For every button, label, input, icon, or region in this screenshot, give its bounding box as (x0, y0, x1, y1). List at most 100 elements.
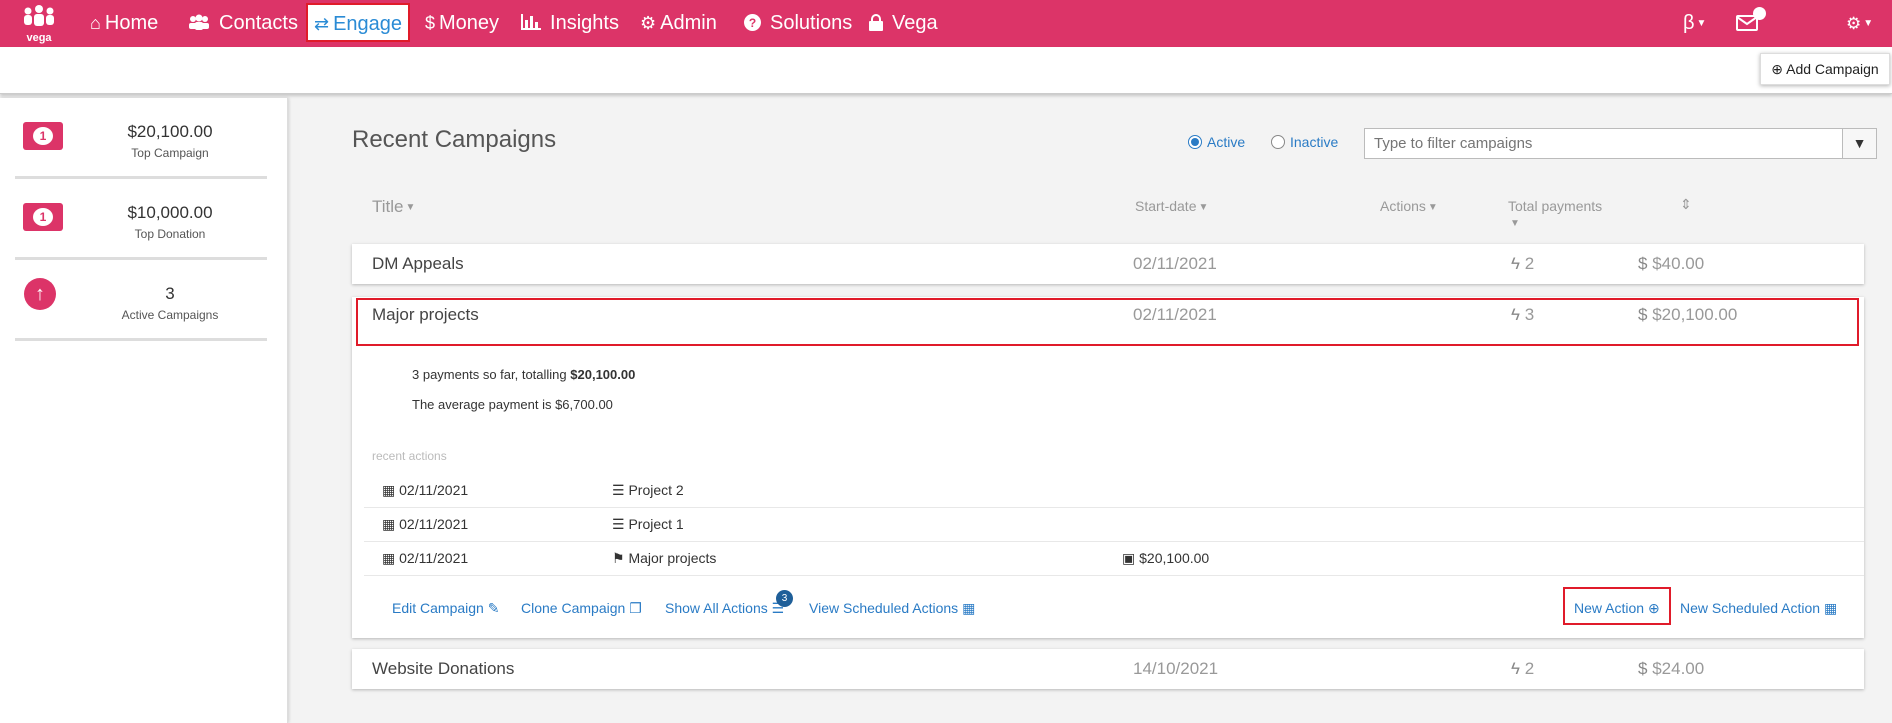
dollar-icon: $ (1638, 254, 1648, 273)
recent-action-row[interactable]: ▦ 02/11/2021 ☰ Project 2 (364, 474, 1864, 507)
logo-text: vega (26, 32, 52, 44)
column-total-payments-label: Total payments (1508, 198, 1603, 214)
stat-label: Top Campaign (131, 146, 209, 160)
stats-sidebar: 1 $20,100.00 Top Campaign 1 $10,000.00 T… (0, 98, 288, 723)
column-start-date[interactable]: Start-date ▼ (1135, 198, 1208, 214)
calendar-plus-icon: ▦ (1823, 600, 1838, 616)
list-icon: ☰ (612, 516, 625, 532)
messages-button[interactable] (1736, 0, 1758, 47)
recent-action-row[interactable]: ▦ 02/11/2021 ⚑ Major projects ▣ $20,100.… (364, 541, 1864, 576)
payments-summary: 3 payments so far, totalling $20,100.00 (412, 367, 635, 382)
stat-label: Top Donation (134, 227, 206, 241)
nav-home[interactable]: ⌂ Home (90, 0, 158, 47)
users-icon (188, 13, 215, 33)
arrow-circle-up-icon: ↑ (24, 278, 56, 310)
total-amount: $40.00 (1652, 254, 1705, 273)
calendar-icon: ▦ (382, 482, 396, 498)
inactive-radio[interactable]: Inactive (1271, 134, 1338, 150)
notification-dot (1753, 7, 1766, 20)
nav-vega[interactable]: Vega (869, 0, 938, 47)
campaign-row[interactable]: Website Donations 14/10/2021 ϟ 2 $ $24.0… (352, 649, 1864, 689)
money-icon: ▣ (1122, 550, 1136, 566)
campaign-actions-count: ϟ 2 (1511, 659, 1534, 679)
add-campaign-button[interactable]: ⊕ Add Campaign (1760, 53, 1890, 85)
clone-campaign-label: Clone Campaign (521, 600, 626, 616)
summary-total: $20,100.00 (570, 367, 636, 382)
nav-contacts[interactable]: Contacts (188, 0, 298, 47)
action-name: Project 2 (628, 482, 684, 498)
nav-solutions[interactable]: ? Solutions (744, 0, 852, 47)
column-start-date-label: Start-date (1135, 198, 1197, 214)
chevron-down-icon: ▼ (1696, 18, 1707, 30)
edit-campaign-label: Edit Campaign (392, 600, 484, 616)
edit-campaign-link[interactable]: Edit Campaign ✎ (392, 600, 499, 617)
bolt-icon: ϟ (1511, 254, 1520, 273)
new-scheduled-action-link[interactable]: New Scheduled Action ▦ (1680, 600, 1837, 617)
campaign-row[interactable]: DM Appeals 02/11/2021 ϟ 2 $ $40.00 (352, 244, 1864, 284)
campaign-filter-input[interactable] (1364, 128, 1843, 159)
campaign-start-date: 14/10/2021 (1133, 659, 1219, 678)
new-action-label: New Action (1574, 600, 1645, 616)
nav-insights-label: Insights (550, 12, 619, 34)
action-date: 02/11/2021 (399, 482, 469, 498)
action-name: Major projects (628, 550, 717, 566)
flag-icon: ⚑ (612, 550, 625, 566)
beta-menu[interactable]: β ▼ (1683, 0, 1706, 47)
view-scheduled-actions-link[interactable]: View Scheduled Actions ▦ (809, 600, 975, 617)
summary-prefix: 3 payments so far, totalling (412, 367, 571, 382)
caret-down-icon: ▼ (1427, 201, 1438, 213)
money-icon: 1 (23, 122, 63, 150)
nav-contacts-label: Contacts (219, 12, 298, 34)
nav-money[interactable]: $ Money (425, 0, 499, 47)
stat-top-donation: 1 $10,000.00 Top Donation (15, 179, 267, 260)
nav-admin[interactable]: ⚙ Admin (640, 0, 717, 47)
new-scheduled-label: New Scheduled Action (1680, 600, 1821, 616)
action-date: 02/11/2021 (399, 516, 469, 532)
column-total-payments[interactable]: Total payments ▼ (1508, 198, 1602, 230)
nav-engage-label: Engage (333, 13, 403, 35)
column-title[interactable]: Title ▼ (372, 197, 415, 217)
selected-campaign-row[interactable] (356, 298, 1859, 346)
campaign-actions-count: ϟ 2 (1511, 254, 1534, 274)
actions-count-badge: 3 (776, 590, 793, 607)
column-actions-label: Actions (1380, 198, 1426, 214)
svg-text:?: ? (749, 16, 756, 30)
settings-menu[interactable]: ⚙ ▼ (1846, 0, 1873, 47)
caret-down-icon: ▼ (1510, 217, 1520, 229)
bar-chart-icon (521, 13, 546, 33)
nav-admin-label: Admin (660, 12, 717, 34)
stat-value: 3 (165, 284, 175, 303)
vega-logo[interactable]: vega (18, 5, 60, 44)
nav-engage[interactable]: ⇄ Engage (306, 3, 411, 42)
show-all-actions-label: Show All Actions (665, 600, 768, 616)
action-bar (0, 47, 1892, 94)
view-scheduled-label: View Scheduled Actions (809, 600, 959, 616)
column-actions[interactable]: Actions ▼ (1380, 198, 1438, 214)
active-radio[interactable]: Active (1188, 134, 1245, 150)
recent-action-row[interactable]: ▦ 02/11/2021 ☰ Project 1 (364, 507, 1864, 541)
nav-insights[interactable]: Insights (521, 0, 619, 47)
bolt-icon: ϟ (1511, 659, 1520, 678)
stat-value: $20,100.00 (127, 122, 213, 141)
total-amount: $24.00 (1652, 659, 1705, 678)
beta-symbol: β (1683, 12, 1695, 34)
column-title-label: Title (372, 197, 404, 216)
show-all-actions-link[interactable]: Show All Actions ☰ (665, 600, 784, 617)
radio-unchecked-icon (1271, 135, 1285, 149)
nav-solutions-label: Solutions (770, 12, 853, 34)
clone-campaign-link[interactable]: Clone Campaign ❐ (521, 600, 642, 617)
sort-icon[interactable]: ⇕ (1680, 196, 1692, 213)
new-action-link[interactable]: New Action ⊕ (1574, 600, 1660, 617)
campaign-total: $ $24.00 (1638, 659, 1704, 679)
question-circle-icon: ? (744, 13, 766, 33)
stat-label: Active Campaigns (121, 308, 219, 322)
calendar-icon: ▦ (962, 600, 976, 616)
calendar-icon: ▦ (382, 550, 396, 566)
pencil-icon: ✎ (487, 600, 500, 616)
page-title: Recent Campaigns (352, 126, 557, 153)
average-payment: The average payment is $6,700.00 (412, 397, 613, 412)
filter-button[interactable]: ▼ (1842, 128, 1877, 159)
cogs-icon: ⚙ (1846, 14, 1862, 33)
campaign-start-date: 02/11/2021 (1133, 254, 1217, 273)
nav-home-label: Home (104, 12, 159, 34)
